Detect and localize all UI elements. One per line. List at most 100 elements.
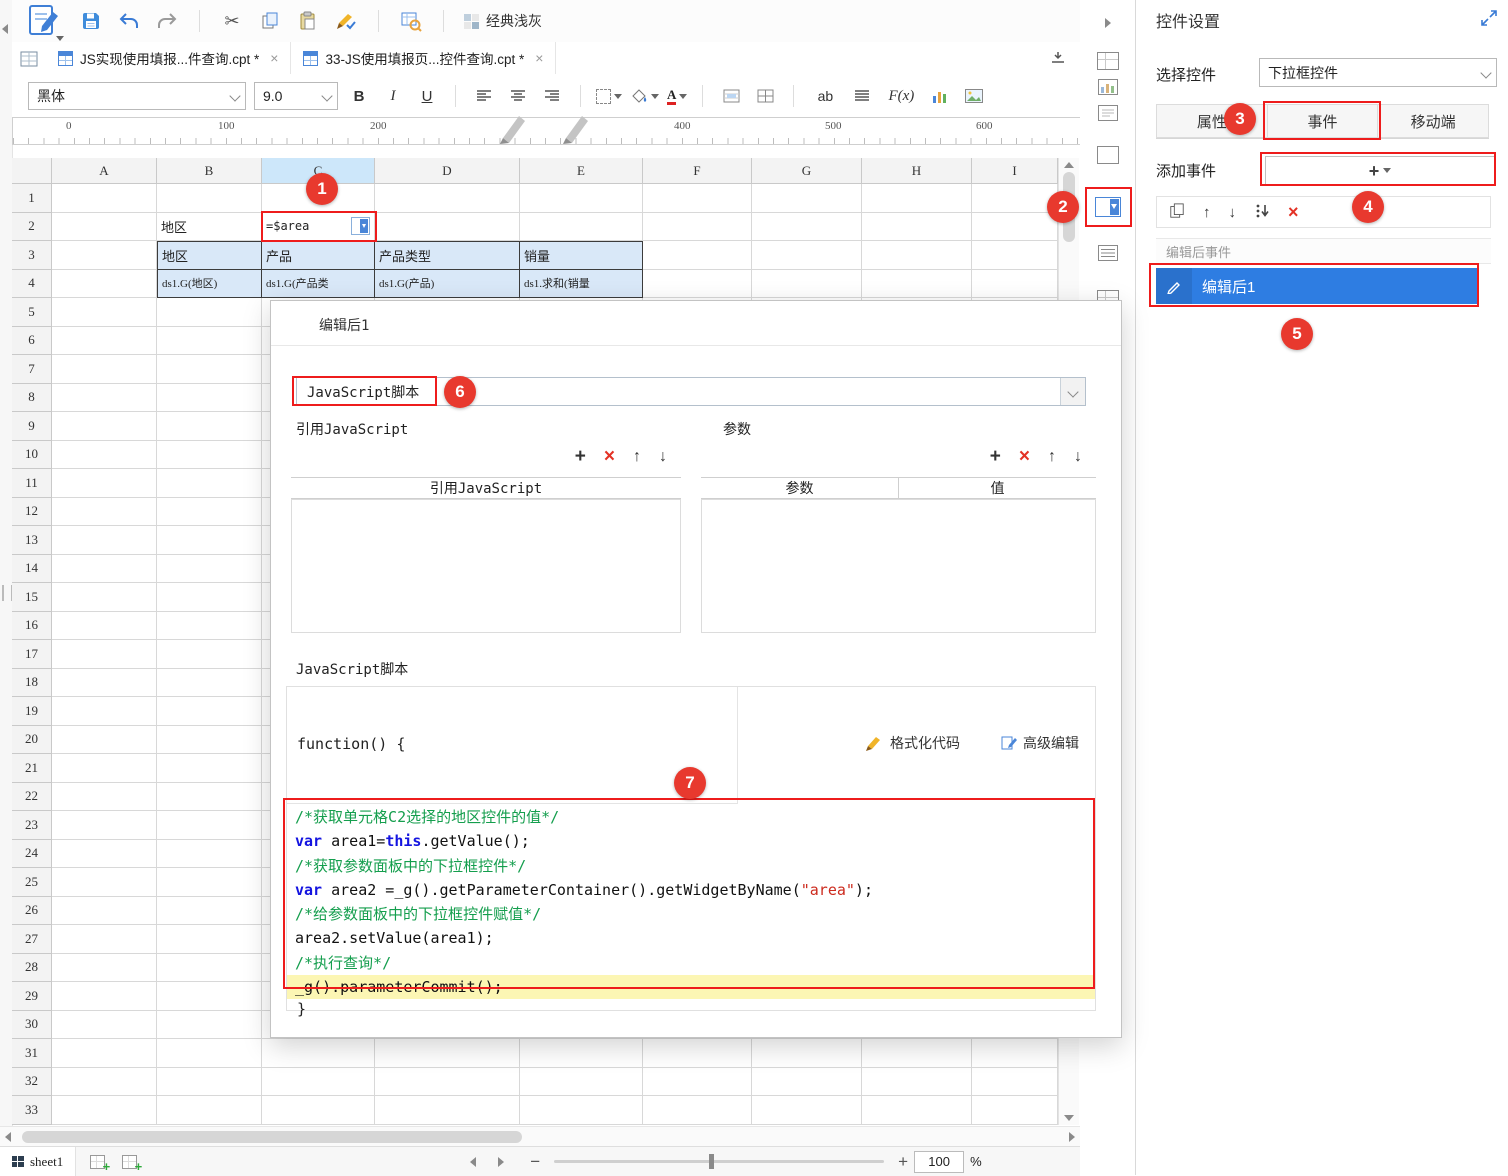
format-painter-button[interactable] bbox=[333, 8, 359, 34]
scroll-left-icon[interactable] bbox=[0, 1132, 16, 1142]
column-header-B[interactable]: B bbox=[157, 158, 262, 184]
grid-cell-B2[interactable]: 地区 bbox=[157, 212, 262, 241]
advanced-edit-button[interactable]: 高级编辑 bbox=[1001, 733, 1079, 753]
bold-button[interactable]: B bbox=[346, 83, 372, 109]
grid-cell-B12[interactable] bbox=[157, 497, 262, 526]
grid-cell-I4[interactable] bbox=[972, 269, 1058, 298]
preview-button[interactable] bbox=[398, 8, 424, 34]
grid-cell-D32[interactable] bbox=[375, 1067, 520, 1096]
grid-cell-A22[interactable] bbox=[52, 782, 157, 811]
theme-selector[interactable]: 经典浅灰 bbox=[463, 11, 542, 31]
select-widget-dropdown[interactable]: 下拉框控件 bbox=[1259, 58, 1497, 87]
row-header-14[interactable]: 14 bbox=[12, 554, 52, 583]
tab-close-icon[interactable]: × bbox=[535, 50, 543, 66]
insert-grid-sheet-button[interactable]: + bbox=[90, 1154, 110, 1173]
scroll-down-icon[interactable] bbox=[1061, 1115, 1077, 1121]
delete-ref-js-button[interactable]: × bbox=[604, 447, 615, 466]
grid-cell-E31[interactable] bbox=[520, 1039, 643, 1068]
grid-cell-B8[interactable] bbox=[157, 383, 262, 412]
js-code-editor[interactable]: function() { /*获取单元格C2选择的地区控件的值*/ var are… bbox=[286, 686, 1096, 1018]
tab-close-icon[interactable]: × bbox=[270, 50, 278, 66]
tab-properties[interactable]: 属性 bbox=[1156, 104, 1268, 138]
zoom-value-input[interactable]: 100 bbox=[914, 1150, 965, 1173]
row-header-23[interactable]: 23 bbox=[12, 811, 52, 840]
collapse-left-icon[interactable] bbox=[2, 24, 8, 34]
zoom-out-button[interactable]: − bbox=[530, 1152, 540, 1172]
grid-cell-A9[interactable] bbox=[52, 412, 157, 441]
sheet-tab[interactable]: sheet1 bbox=[0, 1147, 77, 1176]
tab-mobile[interactable]: 移动端 bbox=[1378, 104, 1490, 138]
event-type-dropdown[interactable]: JavaScript脚本 bbox=[296, 377, 1086, 406]
save-button[interactable] bbox=[78, 8, 104, 34]
grid-cell-G33[interactable] bbox=[752, 1096, 862, 1125]
grid-cell-G32[interactable] bbox=[752, 1067, 862, 1096]
grid-cell-H2[interactable] bbox=[862, 212, 972, 241]
copy-event-button[interactable] bbox=[1169, 202, 1185, 222]
grid-cell-C32[interactable] bbox=[262, 1067, 375, 1096]
move-up-button[interactable]: ↑ bbox=[1203, 204, 1211, 221]
horizontal-scrollbar[interactable] bbox=[0, 1126, 1080, 1147]
grid-cell-A8[interactable] bbox=[52, 383, 157, 412]
row-header-29[interactable]: 29 bbox=[12, 982, 52, 1011]
row-header-1[interactable]: 1 bbox=[12, 184, 52, 213]
sheet-nav-left-icon[interactable] bbox=[470, 1156, 477, 1167]
fill-color-dropdown[interactable] bbox=[630, 88, 659, 104]
row-header-21[interactable]: 21 bbox=[12, 754, 52, 783]
scroll-right-icon[interactable] bbox=[1064, 1132, 1080, 1142]
delete-event-button[interactable]: × bbox=[1288, 203, 1299, 221]
row-header-31[interactable]: 31 bbox=[12, 1039, 52, 1068]
border-dropdown[interactable] bbox=[596, 88, 622, 104]
column-header-E[interactable]: E bbox=[520, 158, 643, 184]
grid-cell-B32[interactable] bbox=[157, 1067, 262, 1096]
grid-cell-B7[interactable] bbox=[157, 355, 262, 384]
grid-cell-E33[interactable] bbox=[520, 1096, 643, 1125]
row-header-27[interactable]: 27 bbox=[12, 925, 52, 954]
grid-cell-B17[interactable] bbox=[157, 640, 262, 669]
grid-cell-B1[interactable] bbox=[157, 184, 262, 213]
column-header-G[interactable]: G bbox=[752, 158, 862, 184]
grid-cell-C4[interactable]: ds1.G(产品类 bbox=[262, 269, 375, 298]
app-logo[interactable] bbox=[22, 1, 66, 41]
grid-cell-C3[interactable]: 产品 bbox=[262, 241, 375, 270]
row-header-6[interactable]: 6 bbox=[12, 326, 52, 355]
grid-cell-B27[interactable] bbox=[157, 925, 262, 954]
grid-cell-D2[interactable] bbox=[375, 212, 520, 241]
grid-cell-B31[interactable] bbox=[157, 1039, 262, 1068]
row-header-33[interactable]: 33 bbox=[12, 1096, 52, 1125]
grid-cell-B16[interactable] bbox=[157, 611, 262, 640]
grid-cell-A4[interactable] bbox=[52, 269, 157, 298]
shape-widget-icon[interactable] bbox=[1080, 140, 1135, 170]
grid-cell-F33[interactable] bbox=[643, 1096, 752, 1125]
grid-cell-B9[interactable] bbox=[157, 412, 262, 441]
horizontal-scroll-thumb[interactable] bbox=[22, 1131, 522, 1143]
grid-cell-B30[interactable] bbox=[157, 1010, 262, 1039]
grid-cell-A14[interactable] bbox=[52, 554, 157, 583]
grid-cell-A5[interactable] bbox=[52, 298, 157, 327]
align-center-button[interactable] bbox=[505, 83, 531, 109]
grid-cell-B4[interactable]: ds1.G(地区) bbox=[157, 269, 262, 298]
grid-cell-A13[interactable] bbox=[52, 526, 157, 555]
row-header-5[interactable]: 5 bbox=[12, 298, 52, 327]
cell-combobox-widget-icon[interactable] bbox=[351, 217, 370, 236]
move-down-button[interactable]: ↓ bbox=[1229, 204, 1237, 221]
text-widget-button[interactable]: ab bbox=[809, 83, 841, 109]
font-size-select[interactable]: 9.0 bbox=[254, 82, 338, 110]
grid-cell-F32[interactable] bbox=[643, 1067, 752, 1096]
copy-button[interactable] bbox=[257, 8, 283, 34]
grid-corner[interactable] bbox=[12, 158, 52, 184]
grid-cell-B6[interactable] bbox=[157, 326, 262, 355]
row-header-10[interactable]: 10 bbox=[12, 440, 52, 469]
grid-cell-C2[interactable]: =$area bbox=[262, 212, 375, 241]
row-header-28[interactable]: 28 bbox=[12, 953, 52, 982]
grid-cell-B29[interactable] bbox=[157, 982, 262, 1011]
row-header-26[interactable]: 26 bbox=[12, 896, 52, 925]
move-down-button[interactable]: ↓ bbox=[1074, 448, 1082, 466]
scroll-up-icon[interactable] bbox=[1061, 162, 1077, 168]
collapse-strip-icon[interactable] bbox=[1080, 8, 1135, 38]
add-event-dropdown[interactable]: + bbox=[1265, 156, 1495, 185]
formula-button[interactable]: F(x) bbox=[883, 83, 919, 109]
row-header-7[interactable]: 7 bbox=[12, 355, 52, 384]
grid-cell-B20[interactable] bbox=[157, 725, 262, 754]
grid-cell-F3[interactable] bbox=[643, 241, 752, 270]
grid-cell-A12[interactable] bbox=[52, 497, 157, 526]
